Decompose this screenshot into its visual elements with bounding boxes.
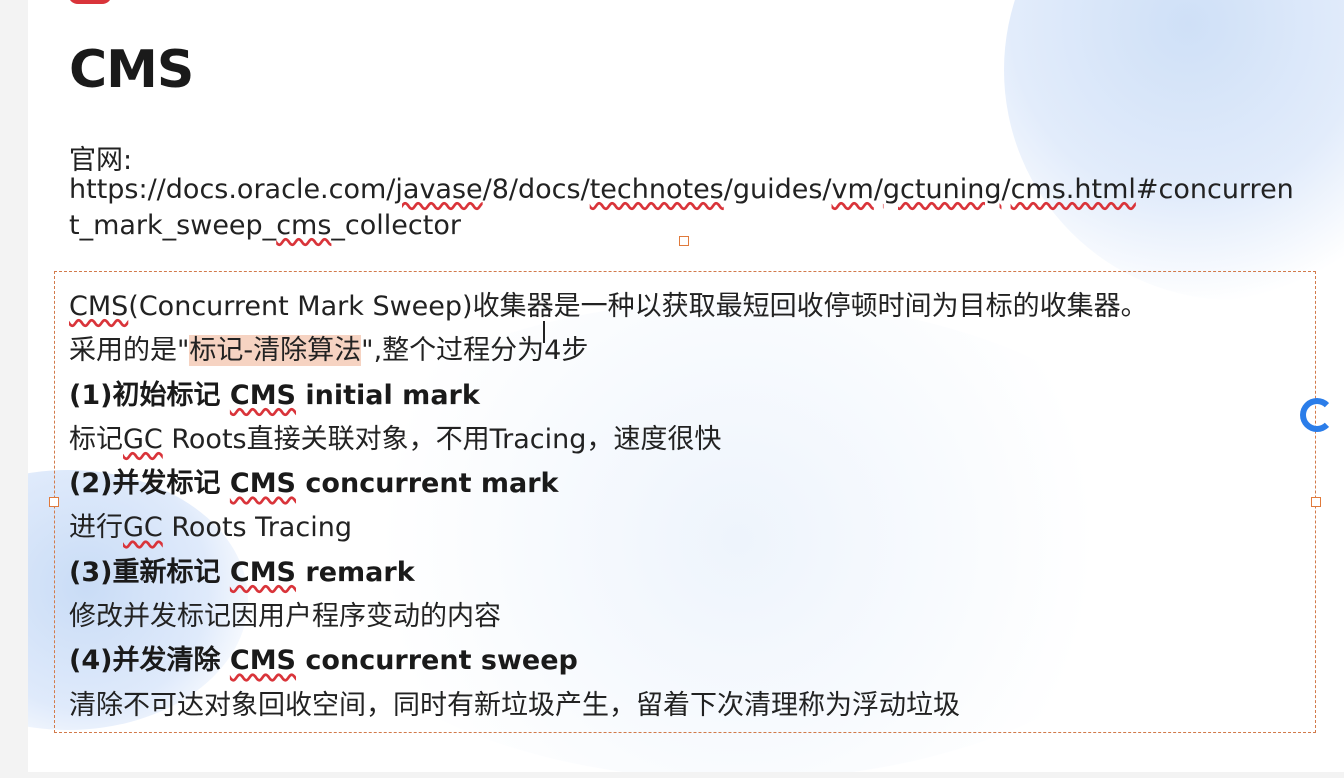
site-url[interactable]: https://docs.oracle.com/javase/8/docs/te… (69, 172, 1299, 244)
step-heading: (3)重新标记 CMS remark (69, 556, 415, 588)
step-description: 标记GC Roots直接关联对象，不用Tracing，速度很快 (69, 423, 722, 455)
slide-title[interactable]: CMS (69, 40, 194, 100)
algorithm-line: 采用的是"标记-清除算法",整个过程分为4步 (69, 335, 589, 367)
logo-mark (68, 0, 112, 4)
step-heading: (4)并发清除 CMS concurrent sweep (69, 645, 578, 677)
step-heading: (1)初始标记 CMS initial mark (69, 379, 480, 411)
slide-canvas[interactable]: CMS 官网: https://docs.oracle.com/javase/8… (28, 0, 1344, 772)
loading-spinner-icon (1300, 398, 1334, 432)
highlighted-text: 标记-清除算法 (189, 335, 362, 367)
step-description: 进行GC Roots Tracing (69, 512, 352, 544)
step-description: 清除不可达对象回收空间，同时有新垃圾产生，留着下次清理称为浮动垃圾 (69, 689, 960, 721)
background-shape (1004, 0, 1344, 300)
textbox-content[interactable]: CMS(Concurrent Mark Sweep)收集器是一种以获取最短回收停… (69, 285, 1309, 728)
resize-handle-left[interactable] (49, 497, 59, 507)
resize-handle-top[interactable] (679, 236, 689, 246)
resize-handle-right[interactable] (1311, 497, 1321, 507)
text-cursor-icon (543, 321, 545, 343)
step-heading: (2)并发标记 CMS concurrent mark (69, 468, 559, 500)
intro-line: CMS(Concurrent Mark Sweep)收集器是一种以获取最短回收停… (69, 291, 1148, 322)
step-description: 修改并发标记因用户程序变动的内容 (69, 601, 501, 633)
